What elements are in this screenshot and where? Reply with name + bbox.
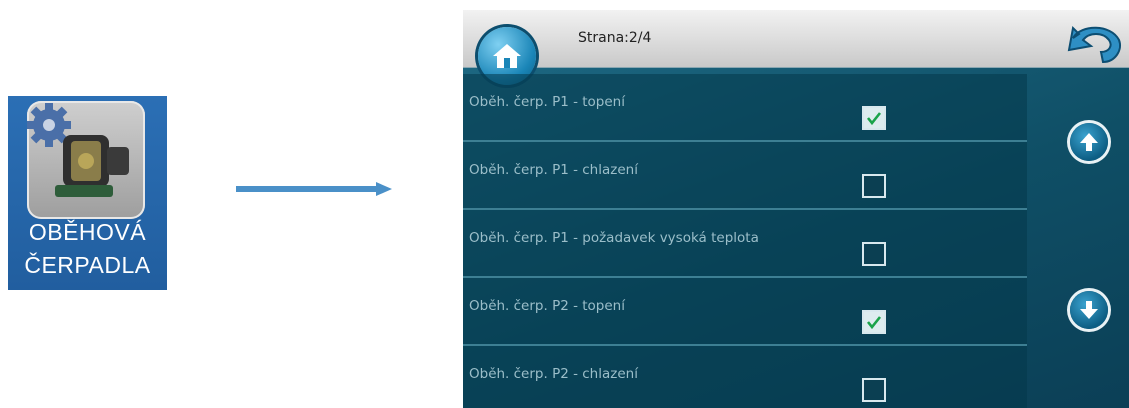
top-bar: Strana:2/4 <box>463 10 1129 68</box>
scroll-down-button[interactable] <box>1070 291 1108 329</box>
tile-label-line1: OBĚHOVÁ <box>28 219 147 245</box>
home-icon <box>493 44 521 68</box>
page-indicator: Strana:2/4 <box>578 30 652 46</box>
list-item: Oběh. čerp. P2 - topení <box>463 278 1027 346</box>
checkbox[interactable] <box>862 174 886 198</box>
row-label: Oběh. čerp. P1 - požadavek vysoká teplot… <box>469 230 759 246</box>
right-arrow-icon <box>236 182 392 196</box>
arrow-up-icon <box>1080 133 1098 151</box>
row-label: Oběh. čerp. P2 - chlazení <box>469 366 638 382</box>
checkbox[interactable] <box>862 106 886 130</box>
row-label: Oběh. čerp. P1 - chlazení <box>469 162 638 178</box>
back-arrow-icon[interactable] <box>1067 18 1125 70</box>
menu-tile-pumps[interactable]: OBĚHOVÁ ČERPADLA <box>8 96 167 290</box>
arrow-down-icon <box>1080 301 1098 319</box>
list-item: Oběh. čerp. P1 - chlazení <box>463 142 1027 210</box>
checkbox[interactable] <box>862 242 886 266</box>
tile-label-line2: ČERPADLA <box>24 252 151 278</box>
scroll-up-button[interactable] <box>1070 123 1108 161</box>
pump-gear-icon <box>27 101 145 219</box>
row-label: Oběh. čerp. P2 - topení <box>469 298 625 314</box>
settings-panel: Strana:2/4 Oběh. čerp. P1 - topení Oběh.… <box>463 10 1129 408</box>
list-item: Oběh. čerp. P1 - požadavek vysoká teplot… <box>463 210 1027 278</box>
checkbox[interactable] <box>862 310 886 334</box>
list-item: Oběh. čerp. P1 - topení <box>463 74 1027 142</box>
list-item: Oběh. čerp. P2 - chlazení <box>463 346 1027 408</box>
checkbox-list: Oběh. čerp. P1 - topení Oběh. čerp. P1 -… <box>463 74 1027 408</box>
checkbox[interactable] <box>862 378 886 402</box>
checkmark-icon <box>866 112 882 126</box>
row-label: Oběh. čerp. P1 - topení <box>469 94 625 110</box>
checkmark-icon <box>866 316 882 330</box>
